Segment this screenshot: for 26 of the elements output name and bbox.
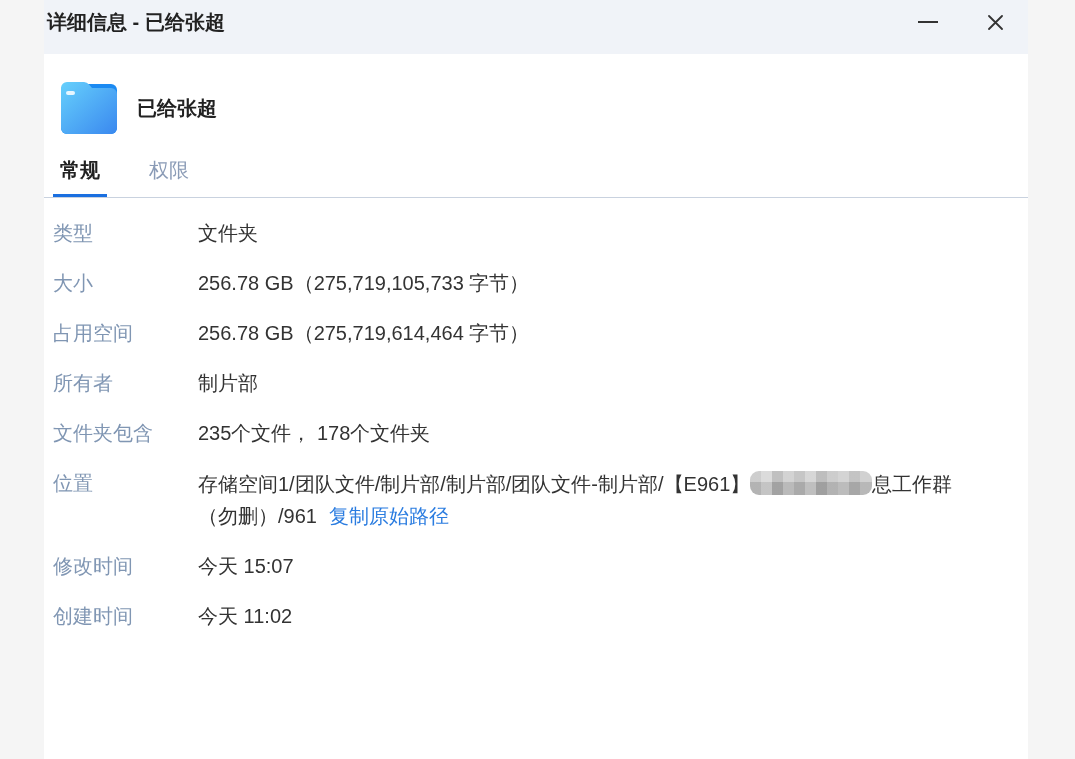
folder-name: 已给张超 — [137, 96, 217, 121]
property-value: 256.78 GB（275,719,614,464 字节） — [198, 320, 530, 346]
property-label: 创建时间 — [53, 603, 133, 629]
property-label: 位置 — [53, 470, 93, 496]
copy-path-link[interactable]: 复制原始路径 — [328, 504, 449, 527]
minimize-icon — [918, 21, 938, 23]
property-value: 今天 11:02 — [198, 603, 293, 629]
window-title: 详细信息 - 已给张超 — [47, 10, 225, 35]
property-label: 大小 — [53, 270, 93, 296]
path-text: 息工作群 — [872, 472, 953, 495]
close-icon — [987, 14, 1003, 30]
property-value: 制片部 — [198, 370, 258, 396]
property-value: 256.78 GB（275,719,105,733 字节） — [198, 270, 530, 296]
folder-icon — [61, 82, 117, 134]
tab[interactable]: 常规 — [53, 146, 107, 197]
property-label: 占用空间 — [53, 320, 133, 346]
property-value: 今天 15:07 — [198, 553, 294, 579]
property-label: 文件夹包含 — [53, 420, 153, 446]
property-value: 文件夹 — [198, 220, 258, 246]
property-label: 所有者 — [53, 370, 113, 396]
property-label: 修改时间 — [53, 553, 133, 579]
path-text: （勿删）/961 — [198, 504, 317, 527]
tab[interactable]: 权限 — [142, 146, 196, 197]
path-text: 存储空间1/团队文件/制片部/制片部/团队文件-制片部/【E961】 — [198, 472, 751, 495]
property-label: 类型 — [53, 220, 93, 246]
property-value: 235个文件， 178个文件夹 — [198, 420, 431, 446]
